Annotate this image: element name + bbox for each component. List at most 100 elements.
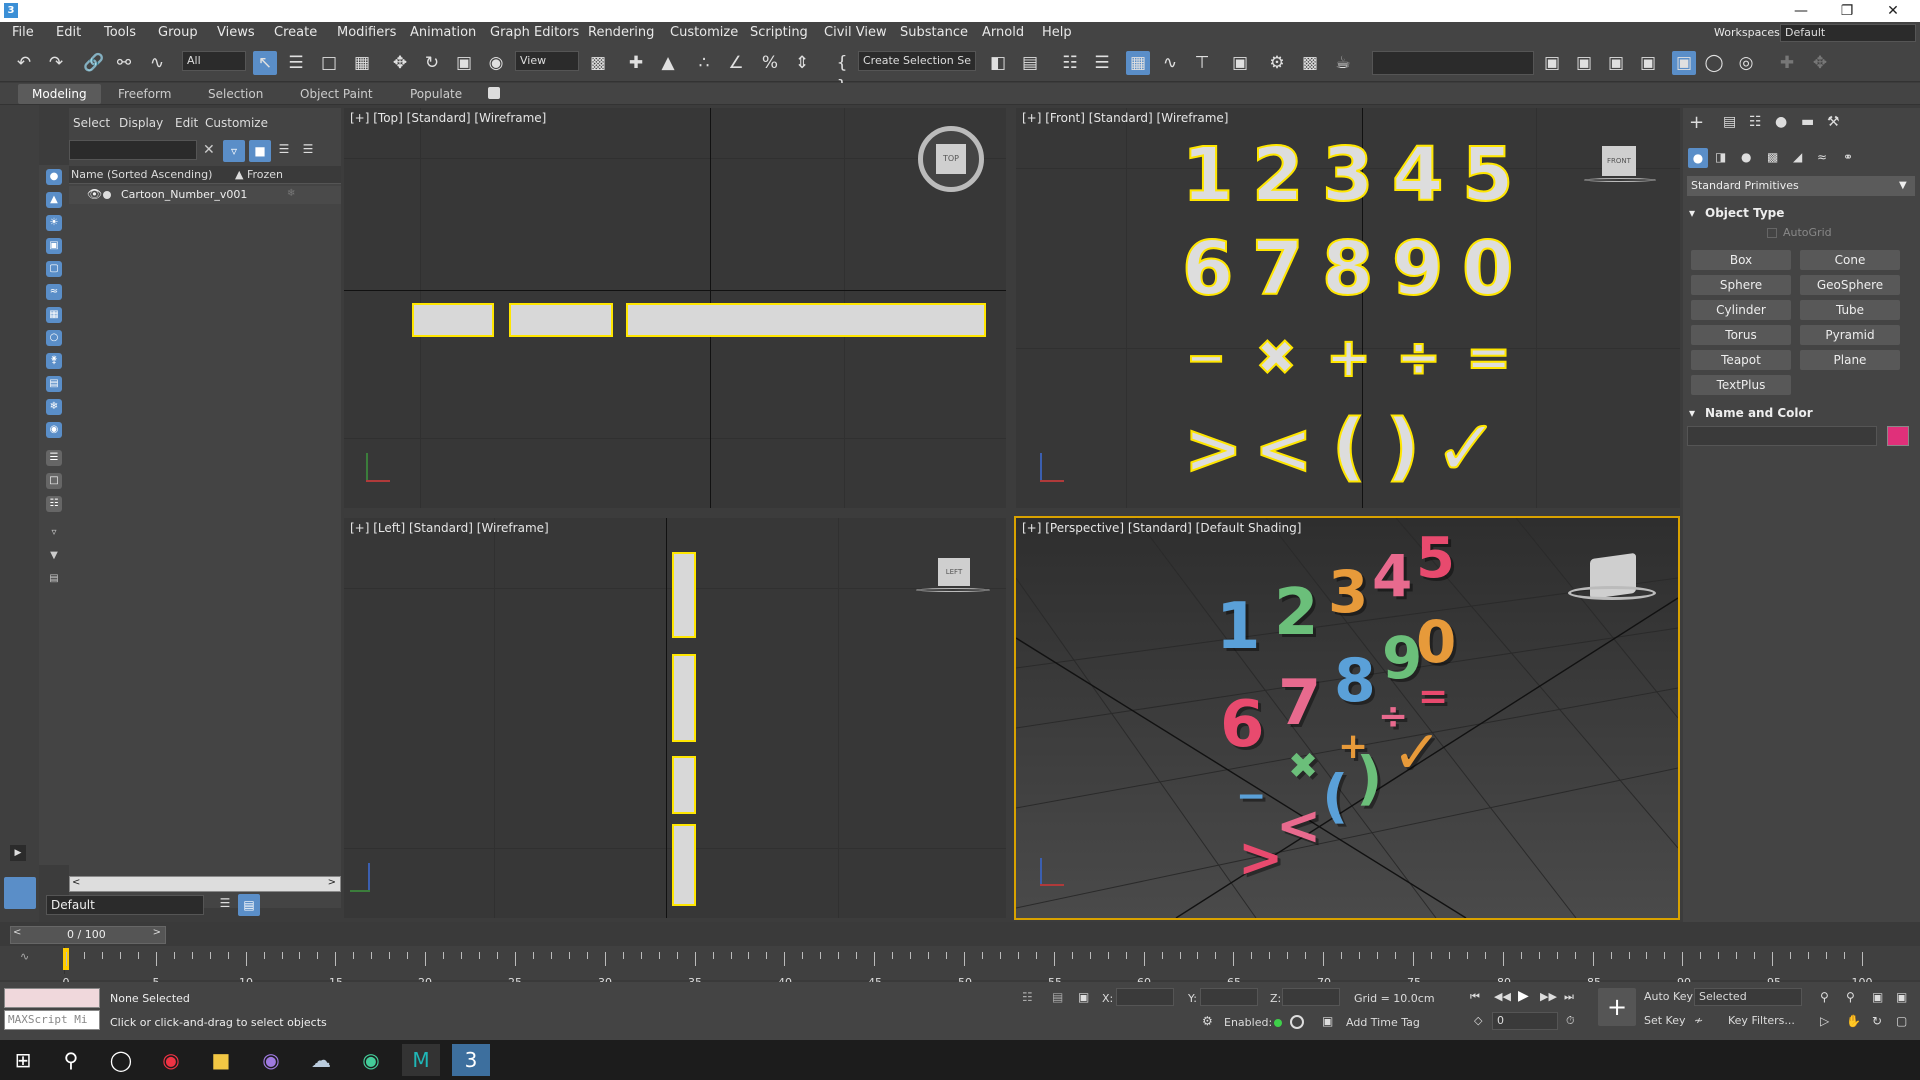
- viewport-layout-icon[interactable]: [4, 877, 36, 909]
- display-cameras-icon[interactable]: ▣: [46, 238, 62, 254]
- viewport-label[interactable]: [+] [Left] [Standard] [Wireframe]: [350, 521, 549, 535]
- shapes-icon[interactable]: ◨: [1715, 150, 1726, 164]
- viewport-front[interactable]: [+] [Front] [Standard] [Wireframe] 1 2 3…: [1016, 108, 1680, 508]
- arnold-tool-icon[interactable]: ▣: [1604, 51, 1628, 75]
- model-digit[interactable]: 4: [1372, 542, 1412, 610]
- render-setup-icon[interactable]: ⚙: [1265, 51, 1289, 75]
- model-symbol[interactable]: (: [1322, 762, 1349, 830]
- display-panel-icon[interactable]: ▬: [1801, 114, 1814, 130]
- viewcube[interactable]: TOP: [918, 126, 984, 192]
- close-button[interactable]: ✕: [1870, 0, 1916, 22]
- unlink-icon[interactable]: ⚯: [112, 51, 136, 75]
- substance-app-icon[interactable]: ◉: [152, 1044, 190, 1076]
- chrome-icon[interactable]: ◉: [352, 1044, 390, 1076]
- hierarchy-panel-icon[interactable]: ☷: [1749, 114, 1762, 130]
- object-name-input[interactable]: [1687, 426, 1877, 446]
- maxscript-listener[interactable]: [4, 988, 100, 1008]
- viewcube-ring-icon[interactable]: [1584, 178, 1656, 182]
- left-object-block[interactable]: [672, 824, 696, 906]
- display-geometry-icon[interactable]: ●: [46, 169, 62, 185]
- textplus-button[interactable]: TextPlus: [1691, 375, 1791, 395]
- menu-tools[interactable]: Tools: [104, 22, 136, 44]
- key-mode-icon[interactable]: ◇: [1474, 1014, 1482, 1027]
- model-digit[interactable]: 3: [1328, 558, 1368, 626]
- glyph-digit[interactable]: 7: [1251, 225, 1304, 313]
- glyph-digit[interactable]: 8: [1321, 225, 1374, 313]
- viewport-label[interactable]: [+] [Top] [Standard] [Wireframe]: [350, 111, 546, 125]
- link-icon[interactable]: 🔗: [82, 51, 106, 75]
- primitive-type-dropdown[interactable]: Standard Primitives: [1687, 176, 1915, 196]
- display-spacewarps-icon[interactable]: ≈: [46, 284, 62, 300]
- search-icon[interactable]: ⚲: [52, 1044, 90, 1076]
- select-by-name-icon[interactable]: ☰: [284, 51, 308, 75]
- display-containers-icon[interactable]: ▤: [46, 376, 62, 392]
- 3dsmax-icon[interactable]: 3: [452, 1044, 490, 1076]
- systems-icon[interactable]: ⚭: [1843, 150, 1853, 164]
- tab-populate[interactable]: Populate: [396, 84, 476, 104]
- object-name[interactable]: Cartoon_Number_v001: [121, 188, 247, 201]
- glyph-symbol[interactable]: ÷: [1395, 325, 1442, 390]
- toggle-ribbon-icon[interactable]: ▦: [1126, 51, 1150, 75]
- track-bar[interactable]: ∿ 0 5 10 15 20 25 30 35 40 45 50 55 60 6…: [0, 946, 1920, 989]
- clear-search-icon[interactable]: ✕: [203, 140, 219, 160]
- selection-lock-icon[interactable]: ▤: [1052, 990, 1063, 1004]
- model-symbol[interactable]: ): [1356, 744, 1383, 812]
- glyph-symbol[interactable]: <: [1253, 407, 1314, 491]
- name-color-header[interactable]: Name and Color: [1705, 406, 1813, 420]
- play-icon[interactable]: ▶: [1518, 988, 1529, 1004]
- z-coord-field[interactable]: [1282, 988, 1340, 1006]
- display-helpers-icon[interactable]: ▢: [46, 261, 62, 277]
- container-icon[interactable]: ▣: [1672, 51, 1696, 75]
- expand-arrow-icon[interactable]: ▶: [10, 845, 26, 861]
- glyph-digit[interactable]: 4: [1391, 131, 1444, 219]
- mirror-icon[interactable]: ◧: [986, 51, 1010, 75]
- pivot-icon[interactable]: ▩: [586, 51, 610, 75]
- model-symbol[interactable]: ✖: [1288, 746, 1318, 787]
- glyph-symbol[interactable]: ✖: [1255, 329, 1297, 387]
- display-all-icon[interactable]: ☰: [46, 450, 62, 466]
- set-keys-icon[interactable]: +: [1598, 988, 1636, 1026]
- menu-group[interactable]: Group: [158, 22, 198, 44]
- model-digit[interactable]: 8: [1334, 646, 1376, 716]
- current-frame-field[interactable]: 0: [1492, 1012, 1558, 1030]
- name-column-header[interactable]: Name (Sorted Ascending): [71, 168, 212, 181]
- glyph-digit[interactable]: 2: [1251, 131, 1304, 219]
- scene-tab-display[interactable]: Display: [119, 116, 163, 130]
- cortana-icon[interactable]: ◯: [102, 1044, 140, 1076]
- place-icon[interactable]: ◉: [484, 51, 508, 75]
- glyph-symbol[interactable]: >: [1183, 407, 1244, 491]
- plane-button[interactable]: Plane: [1800, 350, 1900, 370]
- display-xrefs-icon[interactable]: ○: [46, 330, 62, 346]
- menu-views[interactable]: Views: [217, 22, 255, 44]
- civil-view-icon[interactable]: ◎: [1734, 51, 1758, 75]
- time-config-icon[interactable]: ⏱: [1566, 1014, 1575, 1028]
- modify-panel-icon[interactable]: ▤: [1723, 114, 1736, 130]
- rect-selection-icon[interactable]: □: [317, 51, 341, 75]
- move-icon[interactable]: ✥: [388, 51, 412, 75]
- glyph-digit[interactable]: 9: [1391, 225, 1444, 313]
- arnold-render-icon[interactable]: ▣: [1540, 51, 1564, 75]
- model-digit[interactable]: 7: [1278, 666, 1321, 739]
- menu-substance[interactable]: Substance: [900, 22, 968, 44]
- default-in-out-icon[interactable]: ≁: [1694, 1014, 1703, 1027]
- time-tag-icon[interactable]: ▣: [1322, 1014, 1333, 1028]
- torus-button[interactable]: Torus: [1691, 325, 1791, 345]
- frozen-column-header[interactable]: ▲ Frozen: [235, 168, 283, 181]
- isolate-icon[interactable]: ☷: [1022, 990, 1033, 1004]
- display-bones-icon[interactable]: ⚵: [46, 353, 62, 369]
- scene-horizontal-scrollbar[interactable]: < >: [69, 876, 341, 892]
- restore-button[interactable]: ❐: [1824, 0, 1870, 22]
- helpers-icon[interactable]: ◢: [1793, 150, 1802, 164]
- zoom-icon[interactable]: ⚲: [1820, 990, 1829, 1004]
- glyph-digit[interactable]: 0: [1461, 225, 1514, 313]
- glyph-symbol[interactable]: ): [1385, 403, 1421, 491]
- x-coord-field[interactable]: [1116, 988, 1174, 1006]
- ribbon-options-icon[interactable]: [488, 87, 500, 99]
- github-icon[interactable]: ◉: [252, 1044, 290, 1076]
- model-digit[interactable]: 5: [1416, 526, 1455, 591]
- model-digit[interactable]: 2: [1274, 576, 1319, 650]
- tube-button[interactable]: Tube: [1800, 300, 1900, 320]
- top-object-block[interactable]: [412, 303, 494, 337]
- display-groups-icon[interactable]: ▦: [46, 307, 62, 323]
- maxscript-input[interactable]: MAXScript Mi: [4, 1010, 100, 1030]
